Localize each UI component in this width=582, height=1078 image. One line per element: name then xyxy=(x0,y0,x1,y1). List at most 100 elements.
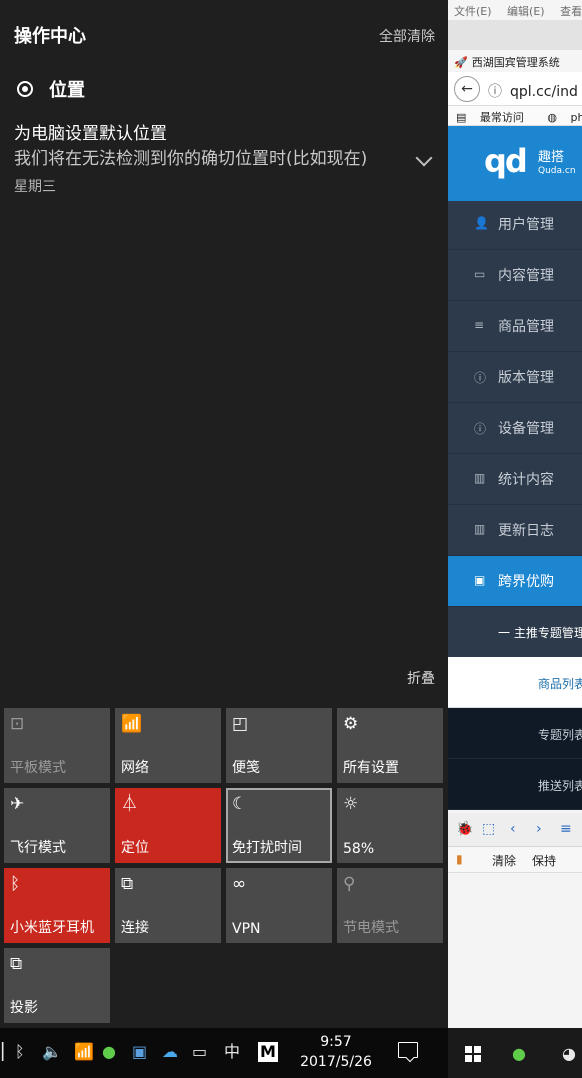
quick-action-tile[interactable]: ⏃ 定位 xyxy=(115,788,221,863)
folder-icon: ▤ xyxy=(456,111,470,124)
sidebar-label: 用户管理 xyxy=(498,217,554,233)
quick-action-tile[interactable]: ⧉ 投影 xyxy=(4,948,110,1023)
taskbar-clock[interactable]: 9:57 2017/5/26 xyxy=(290,1032,382,1072)
globe-icon: ◍ xyxy=(547,111,561,124)
notification-group-header[interactable]: 位置 xyxy=(14,76,85,102)
quick-action-label: 投影 xyxy=(10,1000,38,1016)
rocket-icon: 🚀 xyxy=(454,56,468,69)
menu-icon[interactable]: ≡ xyxy=(560,821,572,837)
back-arrow-icon[interactable]: ← xyxy=(454,76,480,102)
inspect-icon[interactable]: ⬚ xyxy=(482,821,495,837)
sidebar-label: 跨界优购 xyxy=(498,574,554,590)
clock-time: 9:57 xyxy=(320,1034,352,1050)
wechat-taskbar-icon[interactable]: ● xyxy=(512,1044,526,1064)
list-item-products[interactable]: 商品列表 xyxy=(448,657,582,708)
quick-action-tile[interactable]: ∞ VPN xyxy=(226,868,332,943)
quick-action-label: 所有设置 xyxy=(343,760,399,776)
windows-start-icon[interactable] xyxy=(465,1046,481,1062)
clear-all-button[interactable]: 全部清除 xyxy=(379,26,435,46)
sidebar-label: 内容管理 xyxy=(498,268,554,284)
screen: 文件(E) 编辑(E) 查看 🚀 西湖国宾管理系统 ← ⓘ qpl.cc/ind ▤… xyxy=(0,0,582,1078)
wifi-icon[interactable]: 📶 xyxy=(74,1042,94,1062)
quick-action-tile[interactable]: ⚙ 所有设置 xyxy=(337,708,443,783)
keep-button[interactable]: 保持 xyxy=(532,852,556,869)
bluetooth-tray-icon[interactable]: ᛒ xyxy=(15,1042,25,1062)
sidebar-label: 更新日志 xyxy=(498,523,554,539)
sidebar-subitem-featured[interactable]: 一 主推专题管理 xyxy=(448,607,582,657)
location-radio-icon xyxy=(17,81,33,97)
quick-action-label: 节电模式 xyxy=(343,920,399,936)
prev-icon[interactable]: ‹ xyxy=(510,821,516,837)
sidebar-item-users[interactable]: 👤 用户管理 xyxy=(448,199,582,250)
m-app-icon[interactable]: M xyxy=(258,1042,278,1062)
taskbar-right-monitor: ● ◕ xyxy=(448,1028,582,1078)
quick-action-tile[interactable]: ☼ 58% xyxy=(337,788,443,863)
sidebar-label: 商品管理 xyxy=(498,319,554,335)
sidebar-item-stats[interactable]: ▥ 统计内容 xyxy=(448,454,582,505)
sidebar-item-devices[interactable]: ⓘ 设备管理 xyxy=(448,403,582,454)
quick-action-tile[interactable]: 📶 网络 xyxy=(115,708,221,783)
clear-button[interactable]: 清除 xyxy=(492,852,516,869)
sidebar-label: 统计内容 xyxy=(498,472,554,488)
quick-action-label: 小米蓝牙耳机 xyxy=(10,920,94,936)
project-icon: ⧉ xyxy=(10,954,23,974)
folder-icon: ▭ xyxy=(474,267,486,281)
cloud-tray-icon[interactable]: ☁ xyxy=(162,1042,178,1062)
note-icon: ◰ xyxy=(232,714,249,734)
quick-action-tile[interactable]: ◰ 便笺 xyxy=(226,708,332,783)
site-logo-area: qd 趣搭 Quda.cn xyxy=(448,126,582,201)
sidebar-item-changelog[interactable]: ▥ 更新日志 xyxy=(448,505,582,556)
browser-tabbar: 🚀 西湖国宾管理系统 xyxy=(448,20,582,72)
list-item-topics[interactable]: 专题列表 xyxy=(448,708,582,759)
quick-action-label: 平板模式 xyxy=(10,760,66,776)
quick-action-tile[interactable]: ⧉ 连接 xyxy=(115,868,221,943)
url-field[interactable]: ⓘ qpl.cc/ind xyxy=(488,81,578,101)
action-center-icon xyxy=(398,1042,418,1058)
ime-indicator[interactable]: 中 xyxy=(224,1042,240,1062)
menu-file[interactable]: 文件(E) xyxy=(454,5,492,18)
quick-action-tile[interactable]: ✈ 飞行模式 xyxy=(4,788,110,863)
quick-action-label: 连接 xyxy=(121,920,149,936)
network-icon: 📶 xyxy=(121,714,143,734)
quick-action-tile[interactable]: ᛒ 小米蓝牙耳机 xyxy=(4,868,110,943)
bookmark-most-visited[interactable]: ▤ 最常访问 xyxy=(456,111,534,124)
sidebar-label: 设备管理 xyxy=(498,421,554,437)
list-item-push[interactable]: 推送列表 xyxy=(448,759,582,810)
volume-icon[interactable]: 🔈 xyxy=(42,1042,62,1062)
bookmark-label: phpi xyxy=(570,111,582,124)
sidebar-item-content[interactable]: ▭ 内容管理 xyxy=(448,250,582,301)
quick-action-tile[interactable]: ⊡ 平板模式 xyxy=(4,708,110,783)
sidebar-item-products[interactable]: ≡ 商品管理 xyxy=(448,301,582,352)
info-icon: ⓘ xyxy=(474,371,487,385)
quick-action-label: 网络 xyxy=(121,760,149,776)
notification-card[interactable]: 为电脑设置默认位置 我们将在无法检测到你的确切位置时(比如现在) 星期三 xyxy=(14,122,434,196)
collapse-button[interactable]: 折叠 xyxy=(407,668,435,688)
connect-icon: ⧉ xyxy=(121,874,134,894)
quick-action-label: 定位 xyxy=(121,840,149,856)
clock-date: 2017/5/26 xyxy=(300,1054,372,1070)
quick-action-tile[interactable]: ☾ 免打扰时间 xyxy=(226,788,332,863)
background-browser-window: 文件(E) 编辑(E) 查看 🚀 西湖国宾管理系统 ← ⓘ qpl.cc/ind ▤… xyxy=(448,0,582,1028)
brightness-icon: ☼ xyxy=(343,794,359,814)
browser-tab[interactable]: 🚀 西湖国宾管理系统 xyxy=(448,50,582,72)
computer-tray-icon[interactable]: ▣ xyxy=(132,1042,147,1062)
firebug-icon[interactable]: 🐞 xyxy=(456,821,473,837)
next-icon[interactable]: › xyxy=(536,821,542,837)
menu-view[interactable]: 查看 xyxy=(560,5,582,18)
action-center-button[interactable] xyxy=(384,1028,432,1078)
sidebar-item-crossborder[interactable]: ▣ 跨界优购 xyxy=(448,556,582,607)
menu-edit[interactable]: 编辑(E) xyxy=(507,5,545,18)
moon-icon: ☾ xyxy=(232,794,248,814)
logo-en: Quda.cn xyxy=(538,166,576,176)
wechat-tray-icon[interactable]: ● xyxy=(102,1042,116,1062)
qq-taskbar-icon[interactable]: ◕ xyxy=(562,1044,576,1064)
bookmark-phpi[interactable]: ◍ phpi xyxy=(547,111,582,124)
sidebar-item-versions[interactable]: ⓘ 版本管理 xyxy=(448,352,582,403)
quick-action-label: 飞行模式 xyxy=(10,840,66,856)
bookmarks-bar: ▤ 最常访问 ◍ phpi xyxy=(448,106,582,126)
tablet-mode-icon: ⊡ xyxy=(10,714,25,734)
bar-chart-icon: ▥ xyxy=(474,522,486,536)
battery-tray-icon[interactable]: ▭ xyxy=(192,1042,207,1062)
quick-action-tile[interactable]: ⚲ 节电模式 xyxy=(337,868,443,943)
notification-time: 星期三 xyxy=(14,179,56,195)
